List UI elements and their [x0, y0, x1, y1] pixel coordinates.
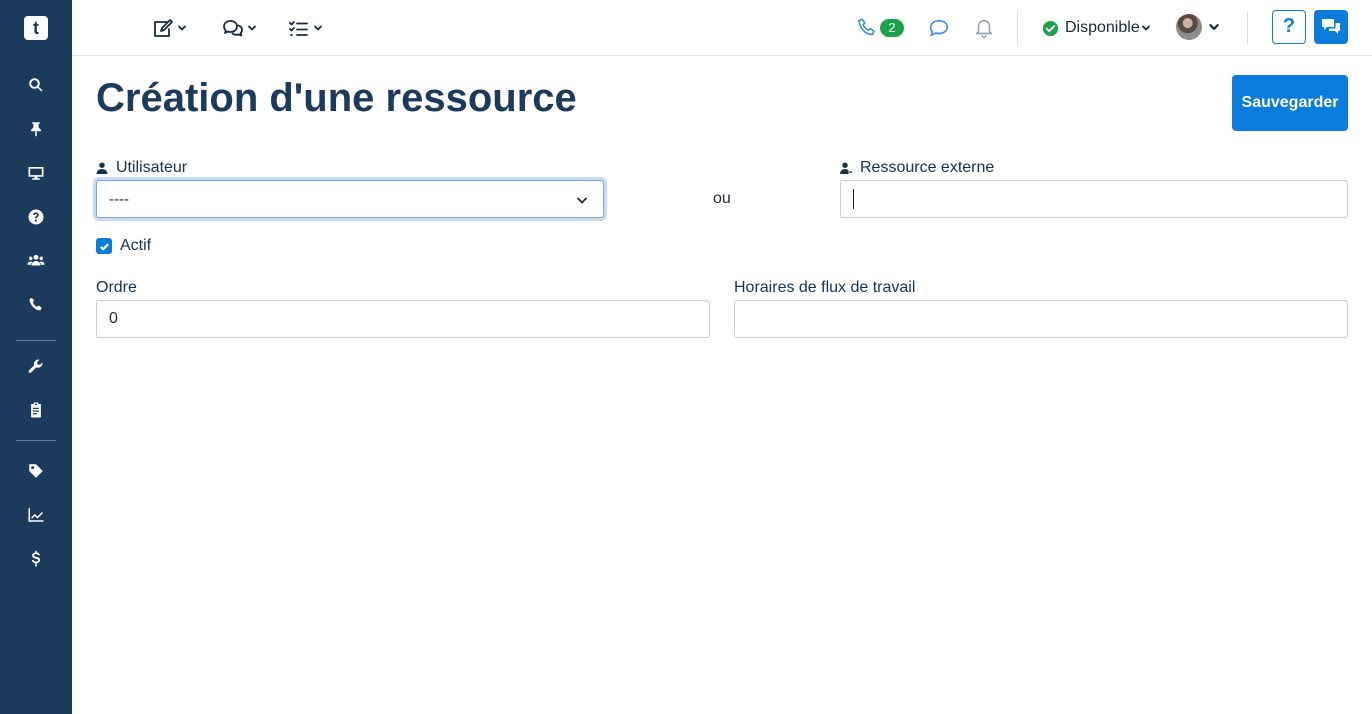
- text-cursor: [853, 189, 854, 209]
- wrench-icon[interactable]: [24, 354, 48, 378]
- dollar-icon[interactable]: [24, 547, 48, 571]
- bell-icon: [975, 19, 993, 39]
- pin-icon[interactable]: [24, 117, 48, 141]
- tasks-menu[interactable]: [288, 16, 323, 40]
- chart-line-icon[interactable]: [24, 503, 48, 527]
- chat-button[interactable]: [928, 16, 950, 40]
- conversations-menu[interactable]: [222, 16, 257, 40]
- calls-button[interactable]: 2: [856, 16, 904, 40]
- workflow-schedule-label: Horaires de flux de travail: [734, 279, 916, 296]
- active-checkbox[interactable]: [96, 238, 112, 254]
- user-select-value: ----: [109, 190, 129, 208]
- status-label: Disponible: [1065, 19, 1140, 36]
- chevron-down-icon: [1209, 24, 1219, 30]
- topbar-divider: [1247, 12, 1248, 44]
- chevron-down-icon: [576, 197, 588, 204]
- search-icon[interactable]: [24, 73, 48, 97]
- live-chat-button[interactable]: [1314, 10, 1348, 44]
- phone-icon: [858, 18, 875, 36]
- user-icon: [96, 162, 108, 174]
- user-label: Utilisateur: [96, 159, 187, 177]
- order-value: 0: [109, 310, 118, 327]
- chat-bubble-icon: [929, 19, 949, 37]
- help-circle-icon[interactable]: [24, 205, 48, 229]
- user-select[interactable]: ----: [96, 180, 604, 218]
- chevron-down-icon: [178, 25, 186, 31]
- user-menu[interactable]: [1176, 14, 1220, 40]
- notifications-button[interactable]: [973, 16, 995, 40]
- external-resource-label-text: Ressource externe: [860, 159, 995, 176]
- clipboard-icon[interactable]: [24, 398, 48, 422]
- checkmark-icon: [99, 242, 109, 251]
- save-button[interactable]: Sauvegarder: [1232, 75, 1348, 131]
- workflow-schedule-input[interactable]: [734, 300, 1348, 338]
- monitor-icon[interactable]: [24, 161, 48, 185]
- chat-bubbles-icon: [223, 20, 243, 37]
- users-icon[interactable]: [24, 249, 48, 273]
- top-bar: 2 Disponible ?: [72, 0, 1372, 56]
- or-separator: ou: [713, 190, 731, 207]
- chevron-down-icon: [248, 25, 256, 31]
- user-label-text: Utilisateur: [116, 159, 188, 176]
- edit-icon: [154, 19, 173, 37]
- order-input[interactable]: 0: [96, 300, 710, 338]
- call-count-badge: 2: [880, 19, 904, 37]
- app-logo[interactable]: t: [24, 16, 48, 40]
- help-button[interactable]: ?: [1272, 10, 1306, 44]
- external-resource-input[interactable]: [840, 180, 1348, 218]
- page-title: Création d'une ressource: [96, 76, 577, 120]
- compose-menu[interactable]: [152, 16, 187, 40]
- chevron-down-icon: [314, 25, 322, 31]
- tag-icon[interactable]: [24, 459, 48, 483]
- main-content: Création d'une ressource Sauvegarder Uti…: [72, 56, 1372, 714]
- active-label[interactable]: Actif: [120, 237, 151, 255]
- sidebar-divider: [16, 440, 56, 441]
- sidebar-divider: [16, 340, 56, 341]
- status-dropdown[interactable]: Disponible: [1042, 16, 1151, 40]
- phone-icon[interactable]: [24, 293, 48, 317]
- topbar-divider: [1017, 12, 1018, 44]
- checklist-icon: [289, 21, 308, 36]
- user-external-icon: [840, 162, 852, 174]
- avatar: [1176, 14, 1202, 40]
- check-circle-icon: [1042, 20, 1059, 36]
- messages-icon: [1322, 19, 1340, 34]
- chevron-down-icon: [1141, 25, 1150, 31]
- order-label: Ordre: [96, 279, 137, 296]
- external-resource-label: Ressource externe: [840, 159, 994, 177]
- sidebar: t: [0, 0, 72, 714]
